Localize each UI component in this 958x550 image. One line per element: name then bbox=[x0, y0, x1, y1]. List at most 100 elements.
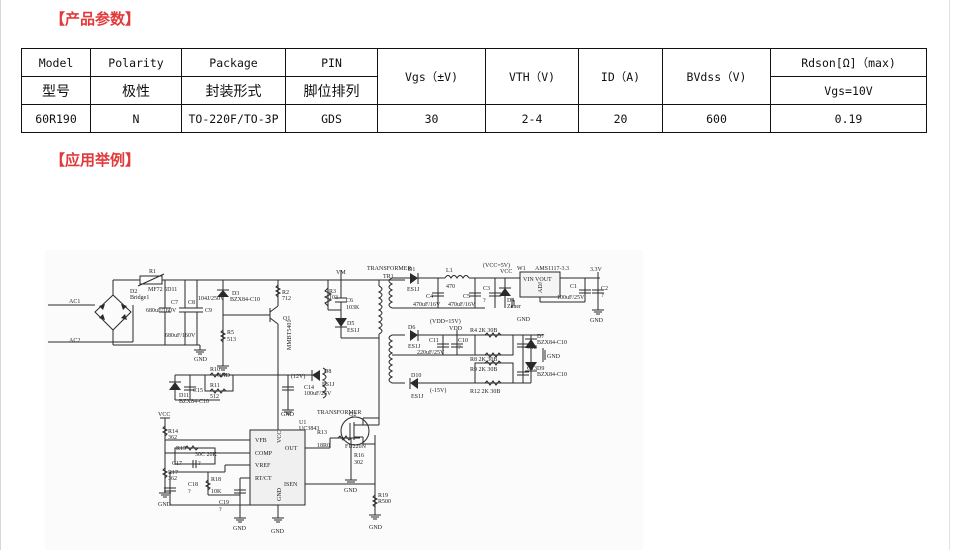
header-vth: VTH（V) bbox=[485, 48, 579, 105]
cell-polarity: N bbox=[90, 104, 182, 133]
label-c17: C17 bbox=[172, 461, 182, 467]
product-params-table: Model Polarity Package PIN Vgs（±V) VTH（V… bbox=[21, 48, 927, 133]
label-pin-out: OUT bbox=[285, 446, 298, 452]
label-c9-value: 104J/250V bbox=[198, 296, 225, 302]
label-c17-value: ? bbox=[198, 461, 201, 467]
application-example-title: 【应用举例】 bbox=[50, 151, 141, 169]
label-ac1: AC1 bbox=[69, 299, 80, 305]
label-r18-value: 10K bbox=[211, 489, 222, 495]
schematic-drawing: AC1 AC2 R1 MF72 5D11 D2 Bridge1 C7 680uF… bbox=[48, 262, 608, 535]
label-c13: C13 bbox=[527, 366, 537, 372]
label-c10: C10 bbox=[458, 338, 468, 344]
label-r12: R12 2K 30B bbox=[470, 389, 500, 395]
label-r9: R9 2K 30B bbox=[470, 367, 497, 373]
label-r17-value: 362 bbox=[168, 476, 177, 482]
page-right-border bbox=[949, 0, 950, 550]
label-vdd: VDD bbox=[449, 326, 463, 332]
label-tr1: TR1 bbox=[383, 274, 394, 280]
label-d1-value: ES1J bbox=[407, 287, 420, 293]
label-c7: C7 bbox=[171, 300, 178, 306]
label-gnd-5: GND bbox=[547, 354, 561, 360]
label-pin-vfb: VFB bbox=[255, 438, 267, 444]
label-q1-value: MMBT5401 bbox=[287, 320, 293, 350]
label-c9: C9 bbox=[205, 308, 212, 314]
label-r16: R16 bbox=[354, 453, 364, 459]
label-gnd-6: GND bbox=[281, 412, 295, 418]
label-c11: C11 bbox=[429, 338, 439, 344]
label-r15-value: 30C 20K bbox=[195, 452, 218, 458]
label-w1-value: AMS1117-3.3 bbox=[535, 266, 569, 272]
label-gnd-8: GND bbox=[369, 525, 383, 531]
label-c18-value: ? bbox=[188, 489, 191, 495]
label-gnd-7: GND bbox=[344, 488, 358, 494]
label-gnd-1: GND bbox=[194, 357, 208, 363]
label-c6: C6 bbox=[346, 298, 353, 304]
label-r8: R8 2K 30B bbox=[470, 357, 497, 363]
label-c3: C3 bbox=[483, 286, 490, 292]
label-r11: R11 bbox=[210, 383, 220, 389]
cell-bvdss: 600 bbox=[662, 104, 771, 133]
header-package: Package bbox=[181, 48, 286, 77]
product-params-title: 【产品参数】 bbox=[50, 10, 141, 28]
label-c18: C18 bbox=[188, 482, 198, 488]
mosfet-q2 bbox=[340, 416, 380, 446]
header-bvdss: BVdss（V) bbox=[662, 48, 771, 105]
cell-package: TO-220F/TO-3P bbox=[181, 104, 286, 133]
label-r18: R18 bbox=[211, 477, 221, 483]
label-d10-value: ES1J bbox=[411, 394, 424, 400]
table-row: 60R190 N TO-220F/TO-3P GDS 30 2-4 20 600… bbox=[21, 104, 927, 133]
header-model: Model bbox=[21, 48, 91, 77]
label-r13: R13 bbox=[317, 430, 327, 436]
label-c2: C2 bbox=[601, 286, 608, 292]
application-schematic: AC1 AC2 R1 MF72 5D11 D2 Bridge1 C7 680uF… bbox=[45, 250, 643, 550]
label-r1-value: MF72 5D11 bbox=[148, 287, 177, 293]
label-vdd-15v: (VDD=15V) bbox=[430, 318, 461, 325]
label-d7-value: BZX84-C10 bbox=[537, 340, 567, 346]
label-r1: R1 bbox=[149, 269, 156, 275]
label-c14-value: 100uF/25V bbox=[304, 391, 332, 397]
label-ac2: AC2 bbox=[69, 338, 80, 344]
header-id: ID（A) bbox=[578, 48, 663, 105]
cell-rdson: 0.19 bbox=[770, 104, 927, 133]
label-vcc-5v: (VCC=5V) bbox=[483, 262, 510, 269]
label-q2-value: FU220N bbox=[345, 444, 367, 450]
label-d2-value: Bridge1 bbox=[130, 295, 149, 301]
label-d5-value: ES1J bbox=[347, 328, 360, 334]
header-package-cn: 封装形式 bbox=[181, 76, 286, 105]
label-r5-value: 513 bbox=[227, 337, 236, 343]
label-adj: ADJ bbox=[538, 281, 544, 293]
label-d1: D1 bbox=[408, 267, 415, 273]
label-c19-value: ? bbox=[219, 507, 222, 513]
label-d10: D10 bbox=[411, 373, 421, 379]
label-3v3: 3.3V bbox=[590, 267, 603, 273]
label-c19: C19 bbox=[219, 500, 229, 506]
label-c4-value: 470uF/16V bbox=[413, 302, 441, 308]
label-gnd-4: GND bbox=[590, 318, 604, 324]
label-c12: C12 bbox=[527, 345, 537, 351]
label-c8: C8 bbox=[188, 300, 195, 306]
cell-id: 20 bbox=[578, 104, 663, 133]
header-rdson-condition: Vgs=10V bbox=[770, 76, 927, 105]
label-r11-value: 512 bbox=[210, 394, 219, 400]
label-minus-15v: (-15V) bbox=[430, 387, 446, 394]
label-gnd-11: GND bbox=[271, 529, 285, 535]
header-polarity-cn: 极性 bbox=[90, 76, 182, 105]
table-header-row-en: Model Polarity Package PIN Vgs（±V) VTH（V… bbox=[21, 48, 927, 105]
label-d11-value: BZX84-C10 bbox=[179, 399, 209, 405]
cell-vth: 2-4 bbox=[485, 104, 579, 133]
label-transformer-1: TRANSFORMER bbox=[367, 266, 411, 272]
header-model-cn: 型号 bbox=[21, 76, 91, 105]
label-12v: (12V) bbox=[291, 373, 305, 380]
label-pin-comp: COMP bbox=[255, 451, 273, 457]
header-polarity: Polarity bbox=[90, 48, 182, 77]
label-gnd-2: GND bbox=[217, 373, 231, 379]
label-gnd-3: GND bbox=[517, 317, 531, 323]
label-c3-value: ? bbox=[483, 298, 486, 304]
label-r5: R5 bbox=[227, 330, 234, 336]
cell-model: 60R190 bbox=[21, 104, 91, 133]
label-d3-value: BZX84-C10 bbox=[230, 297, 260, 303]
label-c10-value: ? bbox=[458, 345, 461, 351]
label-d9-value: BZX84-C10 bbox=[537, 372, 567, 378]
label-c1: C1 bbox=[570, 284, 577, 290]
label-c8-value: 680uF/160V bbox=[165, 333, 196, 339]
